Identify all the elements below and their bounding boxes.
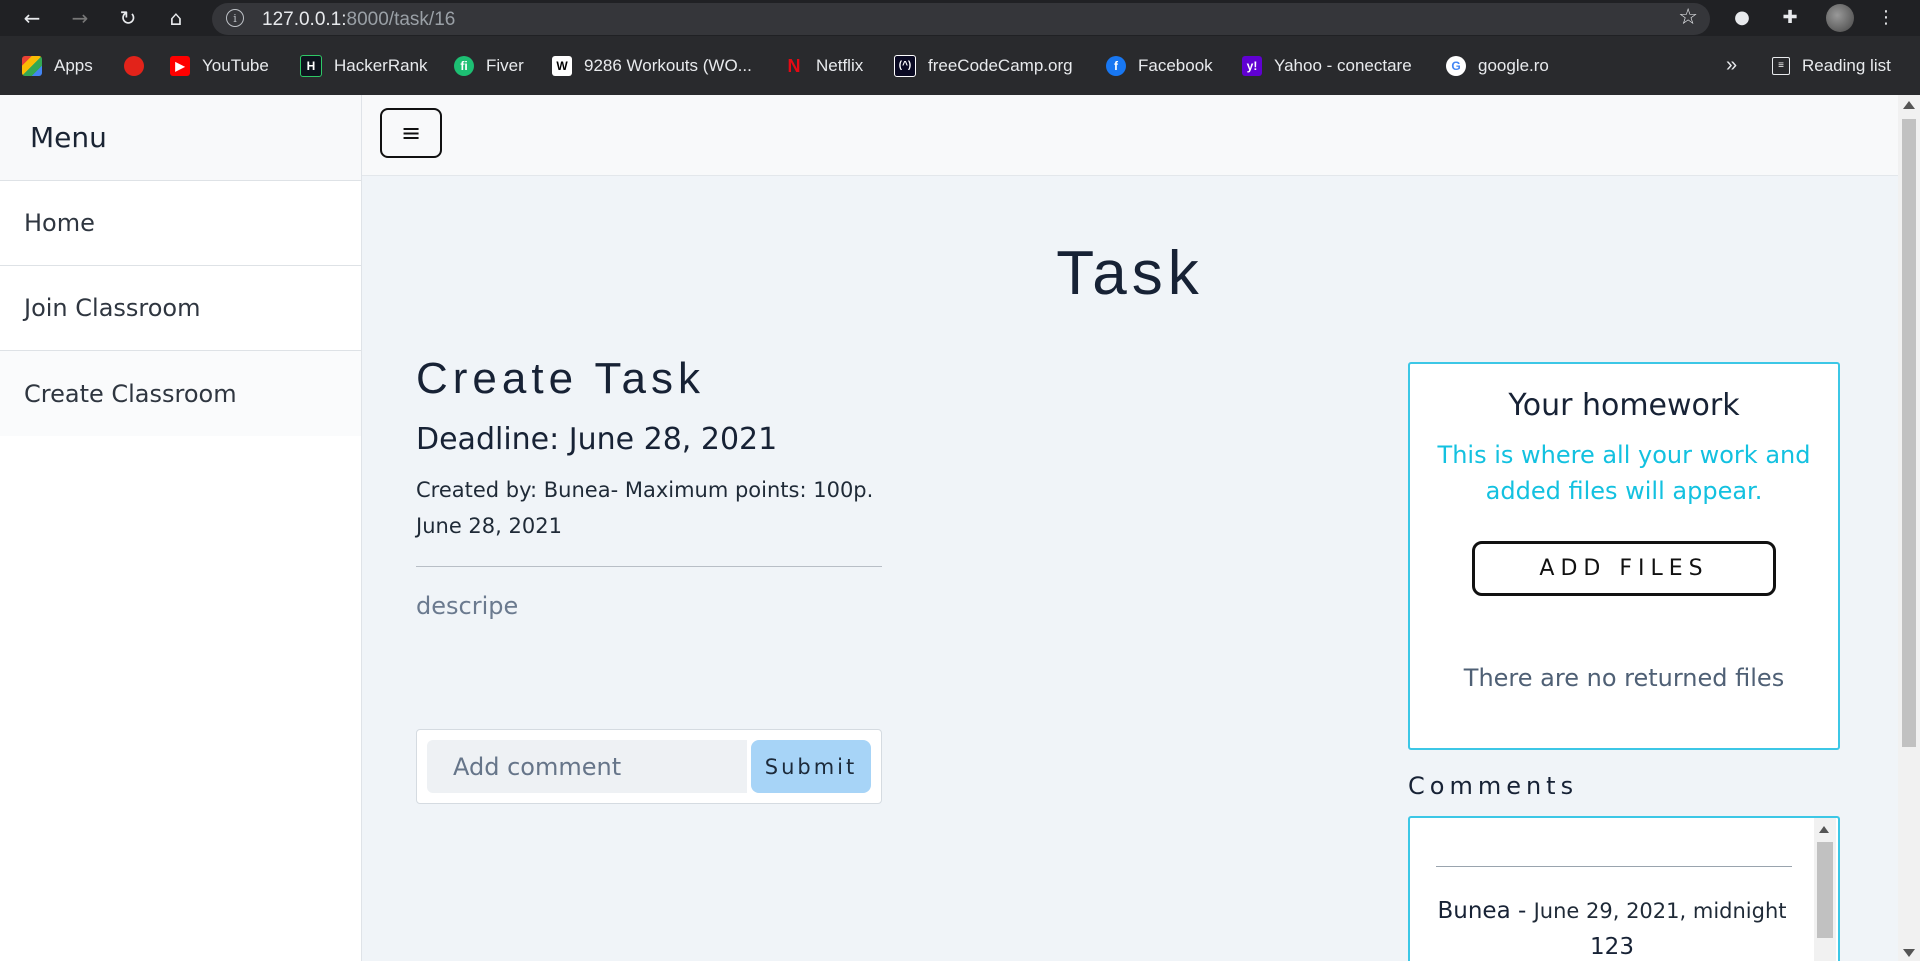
comment-input[interactable] [427,740,747,793]
bookmark-label: Fiver [486,55,524,75]
reading-list-icon: ≡ [1772,56,1790,75]
submit-comment-button[interactable]: Submit [751,740,871,793]
scroll-up-arrow-icon[interactable] [1819,826,1829,833]
fiverr-icon: fi [454,55,474,76]
google-icon: G [1446,55,1466,76]
scrollbar-thumb[interactable] [1902,119,1916,747]
scrollbar-thumb[interactable] [1817,842,1833,938]
sidebar-title: Menu [0,95,361,181]
comment-divider [1436,866,1792,867]
bookmark-hackerrank[interactable]: H HackerRank [300,36,428,95]
comments-list: Bunea - June 29, 2021, midnight 123 [1408,816,1840,961]
netflix-icon: N [787,55,801,76]
bookmark-opera[interactable] [124,36,156,95]
comment-header: Bunea - June 29, 2021, midnight [1410,898,1814,924]
task-description: descripe [416,592,519,620]
sidebar-item-home[interactable]: Home [0,181,361,266]
bookmarks-overflow-button[interactable]: » [1726,36,1737,95]
url-host: 127.0.0.1: [262,9,347,30]
apps-grid-icon [22,55,42,76]
comment-text: 123 [1590,934,1634,960]
bookmark-label: YouTube [202,55,269,75]
bookmark-workouts[interactable]: W 9286 Workouts (WO... [552,36,752,95]
comment-author: Bunea - [1437,898,1534,924]
bookmark-google[interactable]: Ggoogle.ro [1446,36,1549,95]
browser-toolbar: ← → ↻ ⌂ i 127.0.0.1:8000/task/16 ☆ ● ✚ ⋮ [0,0,1920,36]
browser-menu-icon[interactable]: ⋮ [1874,6,1898,30]
bookmark-netflix[interactable]: N Netflix [784,36,864,95]
sidebar: Menu Home Join Classroom Create Classroo… [0,95,362,961]
bookmark-star-icon[interactable]: ☆ [1678,5,1698,30]
hackerrank-icon: H [300,54,322,77]
bookmarks-bar: Apps ▶ YouTube H HackerRank fi Fiver W 9286 … [0,36,1920,96]
bookmark-youtube[interactable]: ▶ YouTube [170,36,269,95]
task-created-by: Created by: Bunea- Maximum points: 100p. [416,478,874,502]
back-icon[interactable]: ← [20,6,44,30]
sidebar-item-join-classroom[interactable]: Join Classroom [0,266,361,351]
url-text[interactable]: 127.0.0.1:8000/task/16 [262,9,455,31]
homework-title: Your homework [1508,388,1740,423]
yahoo-icon: y! [1242,55,1262,76]
task-deadline: Deadline: June 28, 2021 [416,422,778,457]
forward-icon[interactable]: → [68,6,92,30]
overflow-glyph: » [1726,54,1738,76]
profile-avatar[interactable] [1826,4,1854,32]
comments-scrollbar[interactable] [1814,818,1836,961]
no-files-message: There are no returned files [1463,664,1785,692]
facebook-icon: f [1106,55,1126,76]
bookmark-fiverr[interactable]: fi Fiver [454,36,524,95]
task-meta: Created by: Bunea- Maximum points: 100p.… [416,472,886,544]
reading-list-label: Reading list [1802,55,1891,75]
bookmark-label: HackerRank [334,55,428,75]
comments-heading: Comments [1408,772,1579,800]
bookmark-label: freeCodeCamp.org [928,55,1073,75]
address-bar[interactable]: i 127.0.0.1:8000/task/16 ☆ [212,3,1710,35]
bookmark-facebook[interactable]: f Facebook [1106,36,1213,95]
scroll-down-arrow-icon[interactable] [1903,949,1915,957]
bookmark-label: Yahoo - conectare [1274,55,1412,75]
home-icon[interactable]: ⌂ [164,6,188,30]
bookmark-yahoo[interactable]: y! Yahoo - conectare [1242,36,1412,95]
extensions-puzzle-icon[interactable]: ✚ [1778,6,1802,30]
bookmark-freecodecamp[interactable]: (^) freeCodeCamp.org [894,36,1073,95]
bookmark-label: Facebook [1138,55,1213,75]
top-navbar: ≡ [362,95,1898,176]
freecodecamp-icon: (^) [894,54,916,77]
extension-monkey-icon[interactable]: ● [1730,6,1754,30]
bookmark-label: Netflix [816,55,864,75]
task-title: Create Task [416,354,705,403]
bookmark-label: Apps [54,55,93,75]
add-files-button[interactable]: ADD FILES [1472,541,1776,596]
page-scrollbar[interactable] [1898,95,1920,961]
url-path: 8000/task/16 [346,9,456,30]
bookmark-label: 9286 Workouts (WO... [584,55,752,75]
task-created-date: June 28, 2021 [416,514,562,538]
youtube-icon: ▶ [170,55,190,76]
homework-subtitle: This is where all your work and added fi… [1437,441,1811,505]
workouts-icon: W [552,55,572,76]
bookmark-label: google.ro [1478,55,1549,75]
sidebar-toggle-button[interactable]: ≡ [380,108,442,158]
reload-icon[interactable]: ↻ [116,6,140,30]
site-info-icon[interactable]: i [226,9,244,27]
hamburger-icon: ≡ [400,119,422,147]
comment-date: June 29, 2021, midnight [1533,899,1787,923]
scroll-up-arrow-icon[interactable] [1903,101,1915,109]
homework-card: Your homework This is where all your wor… [1408,362,1840,750]
reading-list-button[interactable]: ≡ Reading list [1772,36,1891,95]
page-title: Task [1056,239,1204,308]
bookmark-apps[interactable]: Apps [22,36,93,95]
sidebar-item-create-classroom[interactable]: Create Classroom [0,351,361,436]
comment-form: Submit [416,729,882,804]
divider [416,566,882,567]
opera-icon [124,55,144,76]
